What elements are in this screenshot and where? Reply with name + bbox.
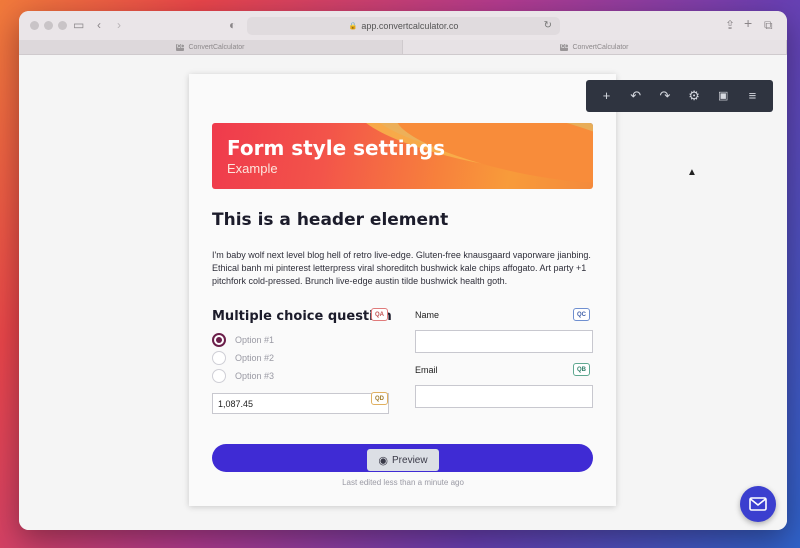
banner-subtitle: Example (227, 161, 278, 176)
address-bar[interactable]: 🔒 app.convertcalculator.co ↻ (247, 17, 560, 35)
browser-window: ▭ ‹ › ◐ 🔒 app.convertcalculator.co ↻ ⇪ +… (19, 11, 787, 530)
privacy-shield-icon[interactable]: ◐ (229, 18, 236, 32)
form-banner: Form style settings Example (212, 123, 593, 189)
last-edited-status: Last edited less than a minute ago (342, 478, 464, 487)
option-label: Option #3 (235, 371, 275, 381)
favicon-icon: CC (176, 43, 185, 51)
option-label: Option #1 (235, 335, 275, 345)
number-input[interactable]: 1,087.45 (212, 393, 389, 414)
sidebar-icon[interactable]: ▭ (73, 18, 84, 32)
undo-icon[interactable]: ↶ (626, 88, 646, 104)
mouse-cursor-icon: ▲ (687, 167, 697, 178)
tab-overview-icon[interactable]: ⧉ (764, 18, 773, 32)
minimize-window-dot[interactable] (44, 21, 53, 30)
new-tab-icon[interactable]: + (744, 16, 752, 30)
email-label: Email (415, 365, 438, 375)
name-label: Name (415, 310, 440, 320)
settings-icon[interactable]: ⚙ (684, 88, 704, 104)
favicon-icon: CC (560, 43, 569, 51)
reload-icon[interactable]: ↻ (544, 20, 552, 31)
mail-chat-button[interactable] (740, 486, 776, 522)
form-card: Form style settings Example This is a he… (189, 74, 616, 506)
paragraph-text: I'm baby wolf next level blog hell of re… (212, 250, 591, 287)
email-input[interactable] (415, 385, 593, 408)
option-2[interactable]: Option #2 (212, 351, 274, 365)
address-url: app.convertcalculator.co (361, 21, 459, 31)
option-label: Option #2 (235, 353, 275, 363)
tab-label: ConvertCalculator (572, 43, 629, 51)
option-1[interactable]: Option #1 (212, 333, 274, 347)
editor-toolbar: + ↶ ↷ ⚙ ▣ ≡ (586, 80, 773, 112)
tab-label: ConvertCalculator (188, 43, 245, 51)
badge-qa: QA (371, 308, 388, 321)
zoom-window-dot[interactable] (58, 21, 67, 30)
browser-tab-1[interactable]: CC ConvertCalculator (19, 40, 403, 54)
name-input[interactable] (415, 330, 593, 353)
envelope-icon (749, 497, 767, 511)
window-controls[interactable] (30, 21, 67, 30)
save-icon[interactable]: ▣ (713, 88, 733, 104)
radio-icon[interactable] (212, 369, 226, 383)
plus-icon[interactable]: + (597, 88, 617, 104)
badge-qd: QD (371, 392, 388, 405)
tab-bar: CC ConvertCalculator CC ConvertCalculato… (19, 40, 787, 55)
back-icon[interactable]: ‹ (97, 18, 101, 32)
preview-label: Preview (392, 454, 428, 466)
forward-icon[interactable]: › (117, 18, 121, 32)
preview-button[interactable]: ◉ Preview (367, 449, 439, 471)
share-icon[interactable]: ⇪ (725, 18, 735, 32)
header-element: This is a header element (212, 210, 449, 230)
browser-titlebar: ▭ ‹ › ◐ 🔒 app.convertcalculator.co ↻ ⇪ +… (19, 11, 787, 40)
radio-icon[interactable] (212, 351, 226, 365)
lock-icon: 🔒 (348, 23, 358, 30)
option-3[interactable]: Option #3 (212, 369, 274, 383)
menu-icon[interactable]: ≡ (742, 88, 762, 104)
radio-checked-icon[interactable] (212, 333, 226, 347)
redo-icon[interactable]: ↷ (655, 88, 675, 104)
close-window-dot[interactable] (30, 21, 39, 30)
badge-qc: QC (573, 308, 590, 321)
eye-icon: ◉ (378, 454, 389, 467)
badge-qb: QB (573, 363, 590, 376)
banner-title: Form style settings (227, 136, 446, 160)
mc-question-label: Multiple choice question (212, 309, 392, 324)
browser-tab-2[interactable]: CC ConvertCalculator (403, 40, 787, 54)
